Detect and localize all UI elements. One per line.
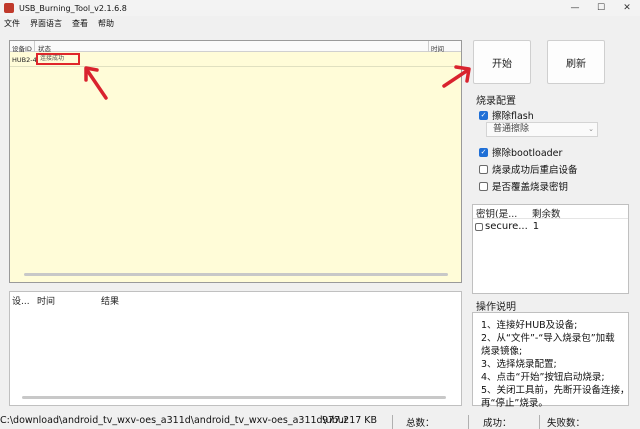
window-title: USB_Burning_Tool_v2.1.6.8 [19,3,127,13]
device-table-header: 设备ID 状态 时间 [10,41,461,53]
col-device[interactable]: 设... [12,294,30,307]
close-icon[interactable]: ✕ [614,0,640,16]
reboot-after-checkbox[interactable]: 烧录成功后重启设备 [479,162,578,176]
overwrite-key-checkbox[interactable]: 是否覆盖烧录密钥 [479,179,568,193]
checkbox-icon [479,181,488,191]
erase-flash-label: 擦除flash [492,111,534,122]
erase-mode-select[interactable]: 普通擦除 ⌄ [486,122,598,137]
menu-view[interactable]: 查看 [72,18,88,29]
menu-help[interactable]: 帮助 [98,18,114,29]
horizontal-scrollbar[interactable] [22,396,446,399]
operation-instructions: 1、连接好HUB及设备; 2、从“文件”-“导入烧录包”加载 烧录镜像; 3、选… [472,312,630,409]
app-icon [4,3,14,13]
col-result[interactable]: 结果 [101,294,119,307]
instruction-line: 3、选择烧录配置; [481,359,557,370]
status-bar: C:\download\android_tv_wxv-oes_a311d\and… [0,415,640,429]
check-icon: ✓ [479,147,488,157]
erase-bootloader-label: 擦除bootloader [492,148,563,159]
device-id: HUB2-4 [12,56,37,64]
key-count: 1 [532,221,540,232]
instruction-line: 2、从“文件”-“导入烧录包”加载 [481,333,615,344]
check-icon: ✓ [479,110,488,120]
checkbox-icon[interactable] [475,222,483,231]
chevron-down-icon: ⌄ [588,125,594,133]
annotation-arrow-icon [84,66,108,100]
table-row[interactable]: HUB2-4 连接成功 [10,52,461,67]
window-controls: — ☐ ✕ [562,0,640,16]
log-table[interactable]: 设... 时间 结果 [9,291,462,406]
minimize-icon[interactable]: — [562,0,588,16]
erase-bootloader-checkbox[interactable]: ✓ 擦除bootloader [479,145,562,159]
fail-count: 失败数： [547,418,586,429]
title-bar: USB_Burning_Tool_v2.1.6.8 — ☐ ✕ [0,0,640,16]
reboot-after-label: 烧录成功后重启设备 [492,165,578,176]
overwrite-key-label: 是否覆盖烧录密钥 [492,182,569,193]
instruction-line: 再“停止”烧录。 [481,398,548,409]
key-name: secure... [485,221,528,232]
menu-file[interactable]: 文件 [4,18,20,29]
horizontal-scrollbar[interactable] [24,273,448,276]
total-count: 总数： [406,418,435,429]
list-item[interactable]: secure... 1 [475,221,539,232]
refresh-button[interactable]: 刷新 [547,40,605,84]
menu-bar: 文件 界面语言 查看 帮助 [0,16,640,30]
package-size: 977.217 KB [322,415,378,426]
erase-mode-value: 普通擦除 [493,124,530,134]
burn-config-title: 烧录配置 [476,96,516,107]
annotation-arrow-icon [442,65,471,88]
status-badge: 连接成功 [36,53,80,65]
maximize-icon[interactable]: ☐ [588,0,614,16]
instruction-line: 4、点击“开始”按钮启动烧录; [481,372,605,383]
menu-language[interactable]: 界面语言 [30,18,62,29]
start-button[interactable]: 开始 [473,40,531,84]
key-table[interactable]: 密钥(是... 剩余数 secure... 1 [472,204,629,294]
col-time[interactable]: 时间 [37,294,55,307]
device-table[interactable]: 设备ID 状态 时间 HUB2-4 连接成功 [9,40,462,283]
operation-title: 操作说明 [476,302,516,313]
instruction-line: 1、连接好HUB及设备; [481,320,578,331]
checkbox-icon [479,164,488,174]
instruction-line: 5、关闭工具前，先断开设备连接， [481,385,630,396]
erase-flash-checkbox[interactable]: ✓ 擦除flash [479,108,534,122]
success-count: 成功： [483,418,512,429]
instruction-line: 烧录镜像; [481,346,523,357]
